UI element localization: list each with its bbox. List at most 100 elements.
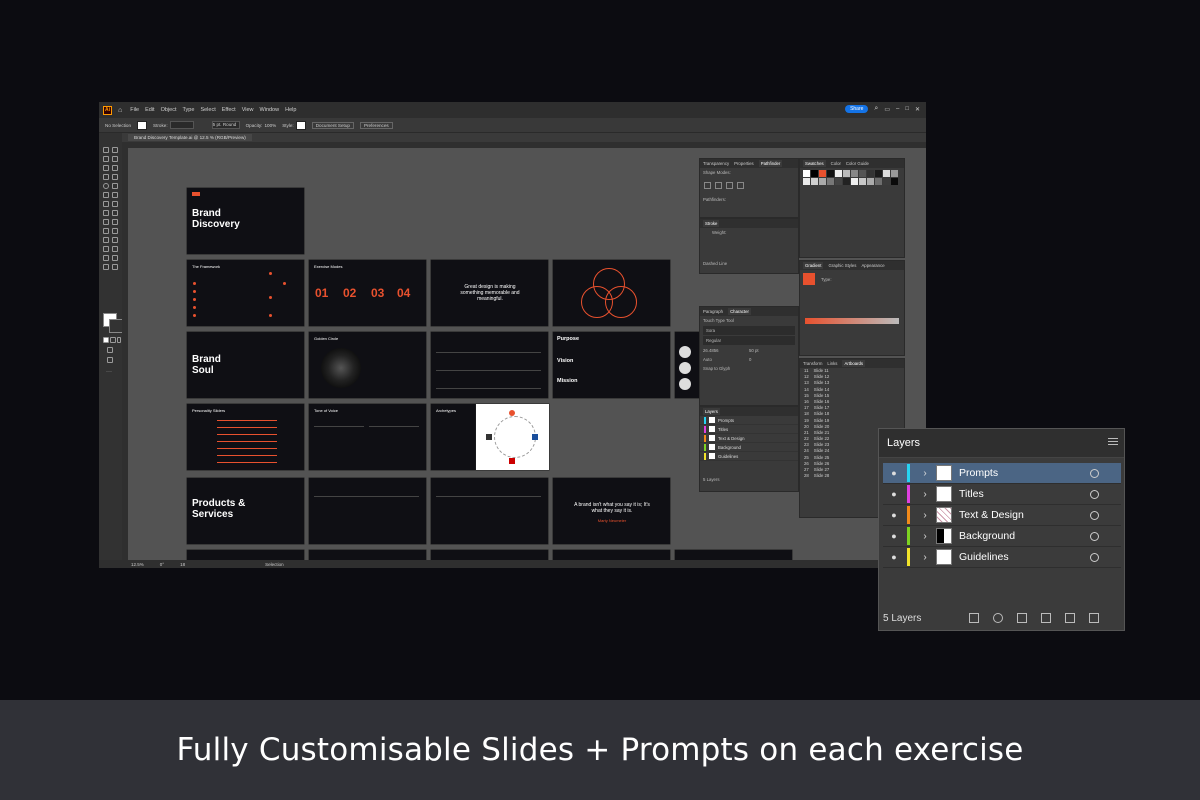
new-layer-icon[interactable]: [1065, 613, 1075, 623]
slide-golden-circle[interactable]: Golden Circle: [309, 332, 426, 398]
blend-tool-icon[interactable]: [112, 237, 118, 243]
tab-character[interactable]: Character: [728, 308, 751, 315]
export-icon[interactable]: [969, 613, 979, 623]
shape-builder-icon[interactable]: [103, 219, 109, 225]
tab-transparency[interactable]: Transparency: [703, 161, 729, 166]
preferences-button[interactable]: Preferences: [359, 121, 393, 129]
slide-purpose-vision-mission[interactable]: Purpose Vision Mission: [553, 332, 670, 398]
tab-color[interactable]: Color: [831, 161, 841, 166]
chevron-right-icon[interactable]: ›: [916, 552, 934, 563]
slice-tool-icon[interactable]: [112, 255, 118, 261]
layer-name[interactable]: Background: [959, 530, 1090, 542]
slide-products-services[interactable]: Products & Services: [187, 478, 304, 544]
graph-tool-icon[interactable]: [112, 246, 118, 252]
slide-row6-2[interactable]: [309, 550, 426, 560]
selection-tool-icon[interactable]: [103, 147, 109, 153]
leading-field[interactable]: Auto: [700, 355, 746, 364]
scale-tool-icon[interactable]: [112, 201, 118, 207]
opacity-value[interactable]: 100%: [264, 123, 276, 128]
menu-file[interactable]: File: [130, 107, 139, 113]
tab-color-guide[interactable]: Color Guide: [846, 161, 869, 166]
menu-edit[interactable]: Edit: [145, 107, 154, 113]
exclude-icon[interactable]: [737, 182, 744, 189]
style-swatch[interactable]: [295, 120, 306, 130]
zoom-level[interactable]: 12.5%: [131, 562, 144, 567]
minimize-icon[interactable]: –: [896, 106, 899, 112]
color-mode-icon[interactable]: [103, 337, 109, 343]
menu-type[interactable]: Type: [183, 107, 195, 113]
slide-questions[interactable]: [431, 332, 548, 398]
eye-icon[interactable]: ●: [883, 552, 905, 562]
tracking-field[interactable]: 50 pt: [746, 346, 762, 355]
tab-artboards[interactable]: Artboards: [842, 360, 866, 367]
gradient-slider[interactable]: [805, 318, 899, 324]
font-style-field[interactable]: Regular: [703, 336, 795, 345]
draw-mode-icon[interactable]: [107, 347, 113, 353]
slide-brand-soul[interactable]: Brand Soul: [187, 332, 304, 398]
chevron-right-icon[interactable]: ›: [916, 489, 934, 500]
slide-archetype-wheel[interactable]: [476, 404, 549, 470]
slide-great-design[interactable]: Great design is making something memorab…: [431, 260, 548, 326]
gradient-preview-swatch[interactable]: [803, 273, 815, 285]
small-layer-name[interactable]: Text & Design: [718, 436, 745, 441]
stroke-color-swatch[interactable]: [109, 319, 123, 333]
locate-search-icon[interactable]: [993, 613, 1003, 623]
tab-gradient[interactable]: Gradient: [803, 262, 824, 269]
more-tools-icon[interactable]: ···: [106, 369, 112, 375]
ellipse-tool-icon[interactable]: [103, 183, 109, 189]
slide-brand-discovery[interactable]: Brand Discovery: [187, 188, 304, 254]
rotation-angle[interactable]: 0°: [160, 562, 164, 567]
screen-mode-icon[interactable]: [107, 357, 113, 363]
type-tool-icon[interactable]: [103, 174, 109, 180]
tab-transform[interactable]: Transform: [803, 361, 822, 366]
close-icon[interactable]: ✕: [915, 106, 920, 113]
chevron-right-icon[interactable]: ›: [916, 510, 934, 521]
font-size-field[interactable]: 26.4856: [700, 346, 746, 355]
target-circle-icon[interactable]: [1090, 531, 1099, 541]
target-circle-icon[interactable]: [1090, 510, 1099, 520]
slide-row6-5[interactable]: [675, 550, 792, 560]
perspective-grid-icon[interactable]: [112, 219, 118, 225]
free-transform-icon[interactable]: [112, 210, 118, 216]
gradient-mode-icon[interactable]: [110, 337, 116, 343]
small-layer-name[interactable]: Prompts: [718, 418, 734, 423]
layer-row-text-design[interactable]: ● › Text & Design: [883, 505, 1121, 526]
font-family-field[interactable]: Sora: [703, 326, 795, 335]
tab-paragraph[interactable]: Paragraph: [703, 309, 723, 314]
tab-graphic-styles[interactable]: Graphic Styles: [828, 263, 856, 268]
eye-icon[interactable]: ●: [883, 468, 905, 478]
new-sublayer-icon[interactable]: [1041, 613, 1051, 623]
clipping-mask-icon[interactable]: [1017, 613, 1027, 623]
zoom-tool-icon[interactable]: [112, 264, 118, 270]
share-button[interactable]: Share: [845, 105, 869, 113]
menu-object[interactable]: Object: [161, 107, 177, 113]
slide-framework[interactable]: The Framework: [187, 260, 304, 326]
small-layer-name[interactable]: Background: [718, 445, 741, 450]
layer-name[interactable]: Text & Design: [959, 509, 1090, 521]
pen-tool-icon[interactable]: [103, 165, 109, 171]
none-mode-icon[interactable]: [117, 337, 121, 343]
slide-exercise-modes[interactable]: Exercise Modes 01 02 03 04: [309, 260, 426, 326]
target-circle-icon[interactable]: [1090, 468, 1099, 478]
artboard-name[interactable]: Slide 28: [814, 473, 830, 479]
slide-products-questions[interactable]: [309, 478, 426, 544]
target-circle-icon[interactable]: [1090, 552, 1099, 562]
workspace-icon[interactable]: ▭: [884, 106, 890, 113]
hand-tool-icon[interactable]: [103, 264, 109, 270]
dashed-line-label[interactable]: Dashed Line: [700, 259, 798, 268]
slide-values[interactable]: [675, 332, 700, 398]
pencil-tool-icon[interactable]: [103, 192, 109, 198]
direct-selection-tool-icon[interactable]: [112, 147, 118, 153]
unite-icon[interactable]: [704, 182, 711, 189]
artboard-tool-icon[interactable]: [103, 255, 109, 261]
curvature-tool-icon[interactable]: [112, 165, 118, 171]
brush-select[interactable]: 5 pt. Round: [211, 121, 240, 129]
layer-row-guidelines[interactable]: ● › Guidelines: [883, 547, 1121, 568]
layer-row-prompts[interactable]: ● › Prompts: [883, 463, 1121, 484]
magic-wand-icon[interactable]: [103, 156, 109, 162]
eye-icon[interactable]: ●: [883, 510, 905, 520]
layer-row-titles[interactable]: ● › Titles: [883, 484, 1121, 505]
brush-tool-icon[interactable]: [112, 183, 118, 189]
slide-row6-3[interactable]: [431, 550, 548, 560]
layer-name[interactable]: Titles: [959, 488, 1090, 500]
